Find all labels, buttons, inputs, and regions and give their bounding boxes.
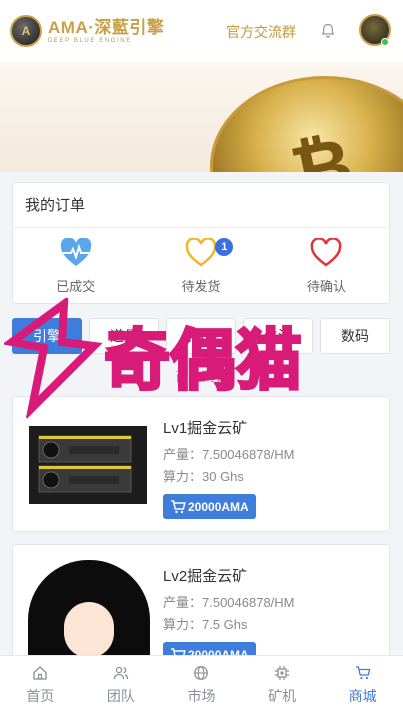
nav-mall[interactable]: 商城 [322,656,403,715]
home-icon [33,666,47,680]
product-output: 产量：7.50046878/HM [163,447,295,462]
chip-icon [275,666,290,680]
logo-title: AMA·深藍引擎 [48,17,165,37]
logo[interactable]: A AMA·深藍引擎 DEEP BLUE ENGINE [10,15,164,47]
pending-count-badge: 1 [215,238,234,256]
product-name: Lv2掘金云矿 [163,568,248,585]
banner-image[interactable]: ₿ [0,62,403,172]
product-hashrate: 算力：7.5 Ghs [163,617,248,632]
nav-team[interactable]: 团队 [81,656,162,715]
nav-market[interactable]: 市场 [161,656,242,715]
heartbeat-icon [60,237,91,266]
order-status-row: 已成交 1 待发货 待确认 [13,228,389,304]
my-orders-title: 我的订单 [13,183,389,228]
product-hashrate: 算力：30 Ghs [163,469,244,484]
buy-price-label: 20000AMA [188,499,249,514]
nav-home[interactable]: 首页 [0,656,81,715]
logo-text: AMA·深藍引擎 DEEP BLUE ENGINE [48,19,164,44]
product-card[interactable]: Lv2掘金云矿 产量：7.50046878/HM 算力：7.5 Ghs 2000… [12,544,390,667]
nav-label: 矿机 [268,688,297,704]
tab-engine[interactable]: 引擎 [12,318,82,354]
tab-life[interactable]: 生活 [243,318,313,354]
official-group-link[interactable]: 官方交流群 [226,22,296,42]
online-status-dot [381,38,389,46]
my-orders-card: 我的订单 已成交 1 待发货 待确认 [12,182,390,304]
nav-label: 商城 [348,688,377,704]
nav-label: 团队 [106,688,135,704]
team-icon [113,666,129,680]
heart-icon [185,237,217,267]
cart-icon [171,499,186,513]
tab-digital[interactable]: 数码 [320,318,390,354]
tab-props[interactable]: 道具 [89,318,159,354]
order-status-label: 待发货 [181,278,221,294]
product-info: Lv1掘金云矿 产量：7.50046878/HM 算力：30 Ghs 20000… [163,417,295,519]
globe-icon [194,666,209,680]
app-header: A AMA·深藍引擎 DEEP BLUE ENGINE [0,0,403,62]
product-image [28,560,150,665]
nav-label: 市场 [187,688,216,704]
buy-button[interactable]: 20000AMA [163,494,256,519]
category-tabs: 引擎 道具 精品 生活 数码 [12,318,390,354]
tab-premium[interactable]: 精品 [166,318,236,354]
product-info: Lv2掘金云矿 产量：7.50046878/HM 算力：7.5 Ghs 2000… [163,565,295,667]
logo-subtitle: DEEP BLUE ENGINE [48,37,132,44]
bell-icon[interactable] [320,23,336,39]
order-status-pending-confirm[interactable]: 待确认 [264,228,389,304]
cart-icon [355,666,371,680]
product-name: Lv1掘金云矿 [163,420,248,437]
nav-label: 首页 [26,688,55,704]
face-graphic [64,602,114,658]
product-output: 产量：7.50046878/HM [163,595,295,610]
order-status-completed[interactable]: 已成交 [13,228,138,304]
mining-rig-image [29,426,147,504]
nav-miner[interactable]: 矿机 [242,656,323,715]
order-status-label: 已成交 [56,278,96,294]
logo-badge-icon: A [10,15,42,47]
order-status-label: 待确认 [306,278,346,294]
product-card[interactable]: Lv1掘金云矿 产量：7.50046878/HM 算力：30 Ghs 20000… [12,396,390,532]
bottom-navigation: 首页 团队 市场 矿机 商城 [0,655,403,715]
heart-outline-icon [310,237,342,267]
order-status-pending-ship[interactable]: 1 待发货 [138,228,263,304]
product-list-title: 商品列表 [175,369,228,384]
